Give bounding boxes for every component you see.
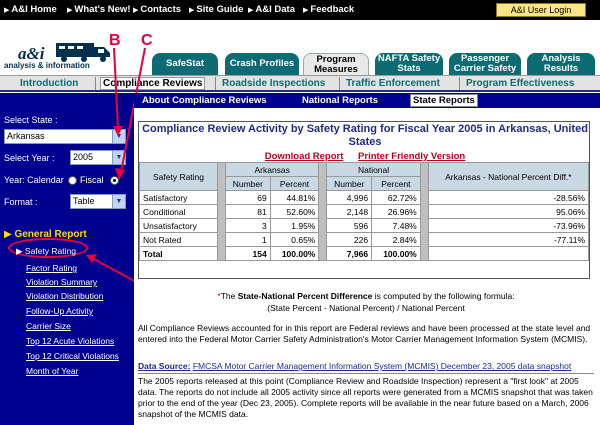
data-source-label: Data Source:: [138, 361, 191, 371]
report-title: Compliance Review Activity by Safety Rat…: [142, 123, 588, 148]
cell-diff: -73.96%: [427, 218, 590, 233]
cell-na-number: 596: [326, 218, 373, 233]
percent-diff-note: *The State-National Percent Difference i…: [138, 291, 594, 302]
nav-state-reports[interactable]: State Reports: [410, 94, 478, 107]
table-row-total: Total 154 100.00% 7,966 100.00%: [139, 246, 590, 261]
column-gap: [419, 162, 429, 261]
cell-na-percent: 7.48%: [371, 218, 421, 233]
header-na-number: Number: [326, 176, 373, 191]
note-text: The: [220, 291, 236, 301]
cell-ar-percent: 1.95%: [269, 218, 320, 233]
compliance-info-paragraph: All Compliance Reviews accounted for in …: [138, 323, 591, 344]
cell-diff: [427, 246, 590, 261]
column-gap: [217, 162, 226, 261]
table-row: Satisfactory 69 44.81% 4,996 62.72% -28.…: [139, 190, 590, 205]
report-content: Compliance Review Activity by Safety Rat…: [134, 108, 600, 425]
cell-ar-percent: 100.00%: [269, 246, 320, 261]
cell-ar-number: 1: [225, 232, 271, 247]
cell-na-number: 226: [326, 232, 373, 247]
nav-national-reports[interactable]: National Reports: [302, 95, 378, 106]
cell-na-percent: 62.72%: [371, 190, 421, 205]
cell-ar-number: 154: [225, 246, 271, 261]
header-arkansas: Arkansas: [224, 162, 320, 177]
cell-rating: Satisfactory: [139, 190, 218, 205]
download-report-link[interactable]: Download Report: [265, 151, 344, 162]
data-source-link[interactable]: FMCSA Motor Carrier Management Informati…: [193, 361, 571, 371]
header-national: National: [326, 162, 421, 177]
cell-diff: -28.56%: [427, 190, 590, 205]
cell-ar-number: 81: [225, 204, 271, 219]
cell-na-number: 2,148: [326, 204, 373, 219]
compliance-review-nav: About Compliance Reviews National Report…: [134, 93, 600, 108]
table-row: Conditional 81 52.60% 2,148 26.96% 95.06…: [139, 204, 590, 219]
cell-na-percent: 100.00%: [371, 246, 421, 261]
column-gap: [318, 162, 328, 261]
note-bold-text: State-National Percent Difference: [237, 291, 373, 301]
formula-text: (State Percent - National Percent) / Nat…: [267, 303, 465, 313]
cell-ar-number: 3: [225, 218, 271, 233]
header-percent-diff: Arkansas - National Percent Diff.*: [427, 162, 590, 191]
note-text: is computed by the following formula:: [374, 291, 515, 301]
header-safety-rating: Safety Rating: [139, 162, 218, 191]
table-row: Unsatisfactory 3 1.95% 596 7.48% -73.96%: [139, 218, 590, 233]
cell-rating: Not Rated: [139, 232, 218, 247]
cell-rating: Unsatisfactory: [139, 218, 218, 233]
header-ar-percent: Percent: [269, 176, 320, 191]
cell-ar-percent: 44.81%: [269, 190, 320, 205]
nav-about-compliance-reviews[interactable]: About Compliance Reviews: [142, 95, 267, 106]
cell-rating: Total: [139, 246, 218, 261]
report-links: Download Report Printer Friendly Version: [139, 151, 591, 162]
cell-na-number: 4,996: [326, 190, 373, 205]
cell-na-number: 7,966: [326, 246, 373, 261]
safety-rating-table: Safety Rating Arkansas National Arkansas…: [139, 162, 590, 261]
first-look-paragraph: The 2005 reports released at this point …: [138, 376, 593, 419]
cell-na-percent: 26.96%: [371, 204, 421, 219]
cell-rating: Conditional: [139, 204, 218, 219]
header-na-percent: Percent: [371, 176, 421, 191]
divider: [138, 373, 594, 374]
data-source-line: Data Source: FMCSA Motor Carrier Managem…: [138, 361, 594, 372]
cell-na-percent: 2.84%: [371, 232, 421, 247]
printer-friendly-link[interactable]: Printer Friendly Version: [358, 151, 465, 162]
header-ar-number: Number: [225, 176, 271, 191]
table-row: Not Rated 1 0.65% 226 2.84% -77.11%: [139, 232, 590, 247]
cell-ar-percent: 52.60%: [269, 204, 320, 219]
report-panel: Compliance Review Activity by Safety Rat…: [138, 121, 590, 279]
cell-diff: -77.11%: [427, 232, 590, 247]
cell-ar-percent: 0.65%: [269, 232, 320, 247]
cell-diff: 95.06%: [427, 204, 590, 219]
cell-ar-number: 69: [225, 190, 271, 205]
